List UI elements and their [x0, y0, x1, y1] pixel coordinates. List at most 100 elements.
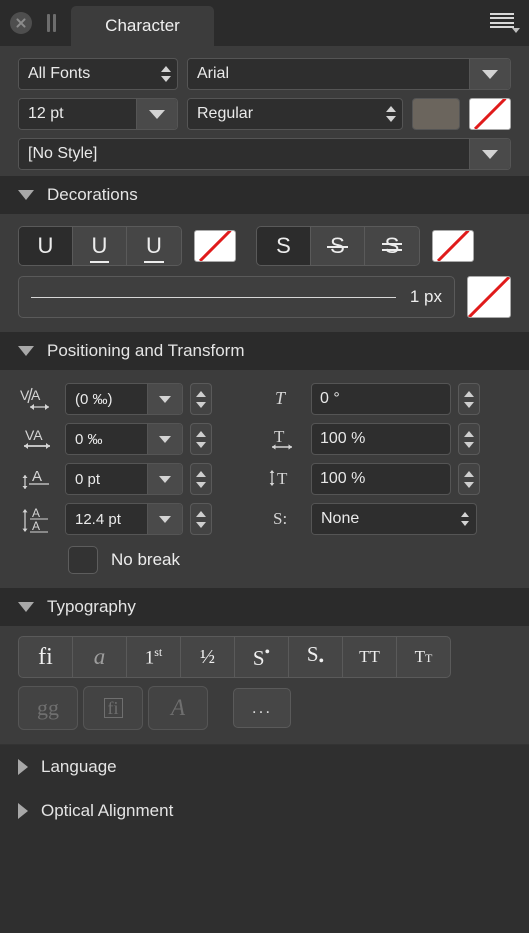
strikethrough-double-glyph: S: [381, 235, 403, 257]
decoration-line-width-label: 1 px: [409, 287, 442, 306]
font-name-combo[interactable]: Arial: [187, 58, 511, 90]
line-spacing-row: A A 12.4 pt: [18, 502, 264, 536]
fractions-button[interactable]: ½: [180, 636, 235, 678]
kerning-value: (0 ‰): [66, 384, 147, 414]
text-fill-color-swatch[interactable]: [412, 98, 460, 130]
baseline-offset-chevron-down-icon[interactable]: [147, 464, 182, 494]
kerning-stepper[interactable]: [190, 383, 212, 415]
svg-text:A: A: [31, 387, 41, 403]
alternate-glyphs-button[interactable]: gg: [18, 686, 78, 730]
kerning-combo[interactable]: (0 ‰): [65, 383, 183, 415]
line-spacing-combo[interactable]: 12.4 pt: [65, 503, 183, 535]
character-style-value: [No Style]: [19, 139, 469, 169]
small-caps-button[interactable]: TT: [396, 636, 451, 678]
kerning-chevron-down-icon[interactable]: [147, 384, 182, 414]
alternate-gg-glyph: gg: [37, 695, 59, 720]
ordinal-glyph: 1st: [144, 644, 163, 669]
all-caps-button[interactable]: TT: [342, 636, 397, 678]
underline-none-button[interactable]: U: [19, 227, 73, 265]
italic-slant-field[interactable]: 0 °: [311, 383, 451, 415]
script-label-icon: S:: [264, 504, 304, 534]
fraction-glyph: ½: [200, 645, 215, 668]
language-section[interactable]: Language: [0, 745, 529, 789]
font-style-stepper-icon[interactable]: [380, 99, 402, 129]
underline-single-button[interactable]: U: [73, 227, 127, 265]
contextual-alternates-button[interactable]: a: [72, 636, 127, 678]
script-position-stepper-icon[interactable]: [454, 504, 476, 534]
decorations-section-title: Decorations: [47, 185, 138, 204]
superscript-glyph: S•: [252, 643, 271, 670]
positioning-right-column: T 0 ° T 100 % T 100 % S: None: [264, 382, 496, 536]
tracking-combo[interactable]: 0 ‰: [65, 423, 183, 455]
strikethrough-single-glyph: S: [327, 235, 348, 257]
strikethrough-single-button[interactable]: S: [311, 227, 365, 265]
superscript-button[interactable]: S•: [234, 636, 289, 678]
font-style-combo[interactable]: Regular: [187, 98, 403, 130]
italic-slant-stepper[interactable]: [458, 383, 480, 415]
horizontal-scale-stepper[interactable]: [458, 423, 480, 455]
positioning-section-title: Positioning and Transform: [47, 341, 245, 360]
italic-slant-icon: T: [264, 384, 304, 414]
font-size-chevron-down-icon[interactable]: [136, 99, 177, 129]
strikethrough-double-button[interactable]: S: [365, 227, 419, 265]
baseline-offset-icon: A: [18, 464, 58, 494]
close-icon[interactable]: [10, 12, 32, 34]
line-spacing-chevron-down-icon[interactable]: [147, 504, 182, 534]
positioning-section-header[interactable]: Positioning and Transform: [0, 332, 529, 370]
decorations-section-body: U U U S S 1 px: [0, 214, 529, 332]
text-stroke-color-swatch[interactable]: [469, 98, 511, 130]
horizontal-scale-field[interactable]: 100 %: [311, 423, 451, 455]
character-style-row: [No Style]: [18, 138, 511, 170]
tab-character[interactable]: Character: [71, 6, 214, 46]
underline-color-swatch[interactable]: [194, 230, 236, 262]
typography-section-body: fi a 1st ½ S• S• TT TT gg fi A ...: [0, 626, 529, 744]
font-size-style-row: 12 pt Regular: [18, 98, 511, 130]
panel-bottom-filler: [0, 833, 529, 933]
strikethrough-color-swatch[interactable]: [432, 230, 474, 262]
svg-text:T: T: [277, 469, 288, 488]
strikethrough-none-button[interactable]: S: [257, 227, 311, 265]
baseline-offset-stepper[interactable]: [190, 463, 212, 495]
subscript-glyph: S•: [306, 642, 325, 671]
script-position-combo[interactable]: None: [311, 503, 477, 535]
vertical-scale-field[interactable]: 100 %: [311, 463, 451, 495]
swash-button[interactable]: A: [148, 686, 208, 730]
tracking-row: VA 0 ‰: [18, 422, 264, 456]
standard-ligatures-button[interactable]: fi: [18, 636, 73, 678]
strikethrough-none-glyph: S: [276, 233, 291, 258]
font-name-chevron-down-icon[interactable]: [469, 59, 510, 89]
typography-section-header[interactable]: Typography: [0, 588, 529, 626]
line-spacing-stepper[interactable]: [190, 503, 212, 535]
horizontal-scale-row: T 100 %: [264, 422, 496, 456]
vertical-scale-stepper[interactable]: [458, 463, 480, 495]
hamburger-menu-icon[interactable]: [488, 11, 520, 33]
more-options-button[interactable]: ...: [233, 688, 291, 728]
decoration-line-width-slider[interactable]: 1 px: [18, 276, 455, 318]
character-style-combo[interactable]: [No Style]: [18, 138, 511, 170]
glyph-box-button[interactable]: fi: [83, 686, 143, 730]
baseline-offset-combo[interactable]: 0 pt: [65, 463, 183, 495]
line-preview: [31, 296, 396, 298]
svg-text:A: A: [32, 519, 40, 533]
ordinals-button[interactable]: 1st: [126, 636, 181, 678]
font-size-combo[interactable]: 12 pt: [18, 98, 178, 130]
decorations-section-header[interactable]: Decorations: [0, 176, 529, 214]
alternate-glyph: a: [93, 644, 106, 669]
no-break-checkbox[interactable]: [68, 546, 98, 574]
tracking-stepper[interactable]: [190, 423, 212, 455]
small-caps-glyph: TT: [414, 647, 433, 666]
character-properties-panel: Character All Fonts Arial 12 pt Regular …: [0, 0, 529, 933]
pause-grip-icon[interactable]: [46, 14, 58, 32]
tracking-chevron-down-icon[interactable]: [147, 424, 182, 454]
underline-none-glyph: U: [37, 232, 54, 258]
underline-double-button[interactable]: U: [127, 227, 181, 265]
optical-alignment-section-title: Optical Alignment: [41, 801, 174, 820]
font-filter-combo[interactable]: All Fonts: [18, 58, 178, 90]
underline-group: U U U: [18, 226, 182, 266]
subscript-button[interactable]: S•: [288, 636, 343, 678]
font-filter-stepper-icon[interactable]: [155, 59, 177, 89]
optical-alignment-section[interactable]: Optical Alignment: [0, 789, 529, 833]
decoration-line-color-swatch[interactable]: [467, 276, 511, 318]
character-style-chevron-down-icon[interactable]: [469, 139, 510, 169]
script-position-value: None: [312, 504, 454, 534]
